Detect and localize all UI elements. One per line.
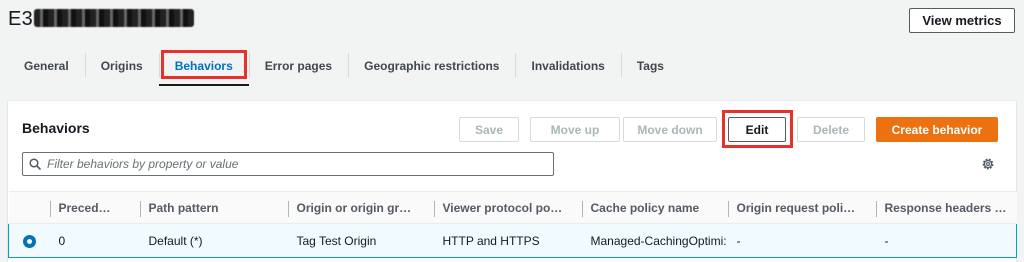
search-input[interactable] bbox=[47, 157, 527, 171]
edit-button[interactable]: Edit bbox=[728, 117, 786, 142]
tab-label: Invalidations bbox=[531, 59, 605, 73]
tab-behaviors[interactable]: Behaviors bbox=[158, 46, 249, 86]
move-down-button[interactable]: Move down bbox=[623, 117, 717, 142]
tab-tags[interactable]: Tags bbox=[620, 46, 680, 86]
cell-origin-request-policy: - bbox=[728, 223, 877, 258]
create-behavior-button[interactable]: Create behavior bbox=[876, 117, 998, 142]
row-select-cell[interactable] bbox=[8, 223, 51, 258]
cell-precedence: 0 bbox=[50, 223, 141, 258]
cell-path-pattern: Default (*) bbox=[140, 223, 289, 258]
cell-response-headers: - bbox=[876, 223, 1017, 258]
cell-origin: Tag Test Origin bbox=[288, 223, 435, 258]
tab-label: General bbox=[24, 59, 69, 73]
tab-label: Error pages bbox=[264, 59, 333, 73]
cell-cache-policy: Managed-CachingOptimi: bbox=[582, 223, 729, 258]
tab-invalidations[interactable]: Invalidations bbox=[515, 46, 620, 86]
gear-icon[interactable] bbox=[981, 157, 995, 171]
cell-viewer-protocol: HTTP and HTTPS bbox=[434, 223, 583, 258]
column-header-origin[interactable]: Origin or origin gr… bbox=[288, 191, 435, 224]
column-header-response-headers[interactable]: Response headers … bbox=[876, 191, 1017, 224]
tab-origins[interactable]: Origins bbox=[84, 46, 159, 86]
table-row[interactable]: 0 Default (*) Tag Test Origin HTTP and H… bbox=[8, 223, 1017, 258]
column-header-path-pattern[interactable]: Path pattern bbox=[140, 191, 289, 224]
tab-label: Origins bbox=[100, 59, 143, 73]
save-button[interactable]: Save bbox=[459, 117, 519, 142]
redacted-distribution-id bbox=[34, 9, 195, 27]
column-header-viewer-protocol[interactable]: Viewer protocol po… bbox=[434, 191, 583, 224]
tab-bar: General Origins Behaviors Error pages Ge… bbox=[8, 46, 680, 86]
distribution-id-prefix: E3 bbox=[8, 8, 34, 30]
annotation-highlight-box bbox=[160, 50, 247, 79]
tab-error-pages[interactable]: Error pages bbox=[248, 46, 348, 86]
behaviors-panel: Behaviors Save Move up Move down Edit De… bbox=[8, 100, 1017, 262]
column-header-select bbox=[8, 191, 51, 224]
active-tab-indicator bbox=[158, 84, 249, 86]
tab-geographic-restrictions[interactable]: Geographic restrictions bbox=[348, 46, 515, 86]
tab-label: Tags bbox=[636, 59, 664, 73]
radio-selected-icon[interactable] bbox=[23, 234, 36, 248]
table-header-row: Preced… Path pattern Origin or origin gr… bbox=[8, 191, 1017, 224]
column-header-precedence[interactable]: Preced… bbox=[50, 191, 141, 224]
column-header-origin-request-policy[interactable]: Origin request poli… bbox=[728, 191, 877, 224]
tab-general[interactable]: General bbox=[8, 46, 85, 86]
tab-label: Geographic restrictions bbox=[364, 59, 500, 73]
behaviors-table: Preced… Path pattern Origin or origin gr… bbox=[8, 191, 1017, 258]
delete-button[interactable]: Delete bbox=[797, 117, 865, 142]
column-header-cache-policy[interactable]: Cache policy name bbox=[582, 191, 729, 224]
view-metrics-button[interactable]: View metrics bbox=[909, 8, 1015, 33]
move-up-button[interactable]: Move up bbox=[530, 117, 620, 142]
page-title: E3 bbox=[8, 8, 195, 31]
search-field[interactable] bbox=[22, 152, 554, 176]
panel-title: Behaviors bbox=[22, 120, 90, 136]
search-icon bbox=[29, 158, 41, 170]
